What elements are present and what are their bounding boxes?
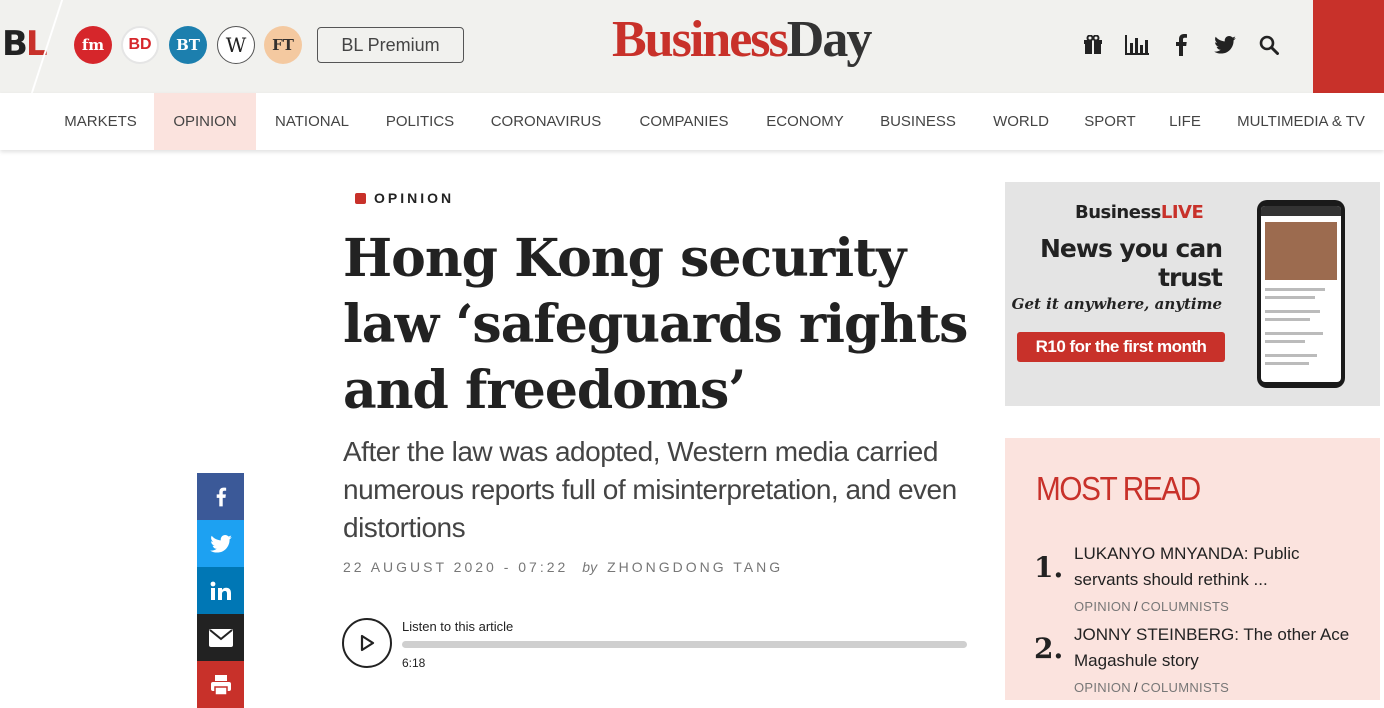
businesslive-ad[interactable]: BusinessLIVE News you can trust Get it a…: [1005, 182, 1380, 406]
play-icon: [360, 634, 375, 652]
email-icon: [208, 628, 233, 647]
print-icon: [210, 674, 231, 696]
most-read-rank: 2.: [1034, 632, 1064, 665]
nav-item-coronavirus[interactable]: CORONAVIRUS: [472, 93, 620, 150]
share-facebook-button[interactable]: [197, 473, 244, 520]
author-link[interactable]: ZHONGDONG TANG: [607, 559, 783, 575]
byline: 22 AUGUST 2020 - 07:22 by ZHONGDONG TANG: [343, 559, 783, 575]
twitter-icon: [209, 534, 232, 553]
share-linkedin-button[interactable]: [197, 567, 244, 614]
share-email-button[interactable]: [197, 614, 244, 661]
bl-premium-button[interactable]: BL Premium: [317, 27, 464, 63]
most-read-headline[interactable]: JONNY STEINBERG: The other Ace Magashule…: [1074, 622, 1364, 674]
linkedin-icon: [210, 581, 231, 600]
most-read-rank: 1.: [1034, 551, 1064, 584]
financial-times-logo[interactable]: FT: [264, 26, 302, 64]
top-bar: BL fm BD BT W FT BL Premium BusinessDay: [0, 0, 1384, 93]
article-standfirst: After the law was adopted, Western media…: [343, 436, 957, 543]
most-read-headline[interactable]: LUKANYO MNYANDA: Public servants should …: [1074, 541, 1364, 593]
ad-cta-button[interactable]: R10 for the first month: [1017, 332, 1225, 362]
byline-by: by: [582, 559, 598, 575]
businesslive-logo[interactable]: BL: [2, 24, 48, 64]
ad-headline: News you can trust: [1039, 234, 1223, 292]
play-button[interactable]: [342, 618, 392, 668]
category-marker-icon: [355, 192, 366, 204]
nav-item-world[interactable]: WORLD: [974, 93, 1068, 150]
most-read-category: OPINION / COLUMNISTS: [1074, 599, 1230, 614]
business-times-logo[interactable]: BT: [169, 26, 207, 64]
bar-chart-icon[interactable]: [1124, 32, 1150, 58]
category-badge[interactable]: OPINION: [355, 190, 454, 206]
nav-item-politics[interactable]: POLITICS: [368, 93, 472, 150]
nav-item-economy[interactable]: ECONOMY: [748, 93, 862, 150]
business-day-logo[interactable]: BD: [121, 26, 159, 64]
menu-toggle[interactable]: [1313, 0, 1384, 93]
nav-item-life[interactable]: LIFE: [1152, 93, 1218, 150]
listen-label: Listen to this article: [402, 619, 514, 634]
most-read-panel: MOST READ 1. LUKANYO MNYANDA: Public ser…: [1005, 438, 1380, 700]
nav-item-national[interactable]: NATIONAL: [256, 93, 368, 150]
wanted-logo[interactable]: W: [217, 26, 255, 64]
financial-mail-logo[interactable]: fm: [74, 26, 112, 64]
gift-icon[interactable]: [1080, 32, 1106, 58]
section-nav: MARKETS OPINION NATIONAL POLITICS CORONA…: [0, 93, 1384, 150]
share-twitter-button[interactable]: [197, 520, 244, 567]
nav-item-multimedia-tv[interactable]: MULTIMEDIA & TV: [1218, 93, 1384, 150]
facebook-icon[interactable]: [1168, 32, 1194, 58]
audio-progress-bar[interactable]: [402, 641, 967, 648]
most-read-title: MOST READ: [1036, 470, 1201, 507]
share-print-button[interactable]: [197, 661, 244, 708]
facebook-icon: [216, 487, 226, 506]
phone-mockup-image: [1257, 200, 1345, 388]
ad-brand-logo: BusinessLIVE: [1075, 202, 1204, 223]
nav-item-business[interactable]: BUSINESS: [862, 93, 974, 150]
audio-duration: 6:18: [402, 656, 426, 670]
article-date: 22 AUGUST 2020 - 07:22: [343, 559, 569, 575]
most-read-category: OPINION / COLUMNISTS: [1074, 680, 1230, 695]
category-label: OPINION: [374, 190, 455, 206]
ad-tagline: Get it anywhere, anytime: [1011, 295, 1222, 313]
nav-item-markets[interactable]: MARKETS: [47, 93, 154, 150]
twitter-icon[interactable]: [1212, 32, 1238, 58]
search-icon[interactable]: [1256, 32, 1282, 58]
article-headline: Hong Kong security law ‘safeguards right…: [343, 228, 968, 421]
nav-item-opinion[interactable]: OPINION: [154, 93, 256, 150]
businessday-masthead-logo[interactable]: BusinessDay: [612, 10, 872, 69]
nav-item-sport[interactable]: SPORT: [1068, 93, 1152, 150]
nav-item-companies[interactable]: COMPANIES: [620, 93, 748, 150]
